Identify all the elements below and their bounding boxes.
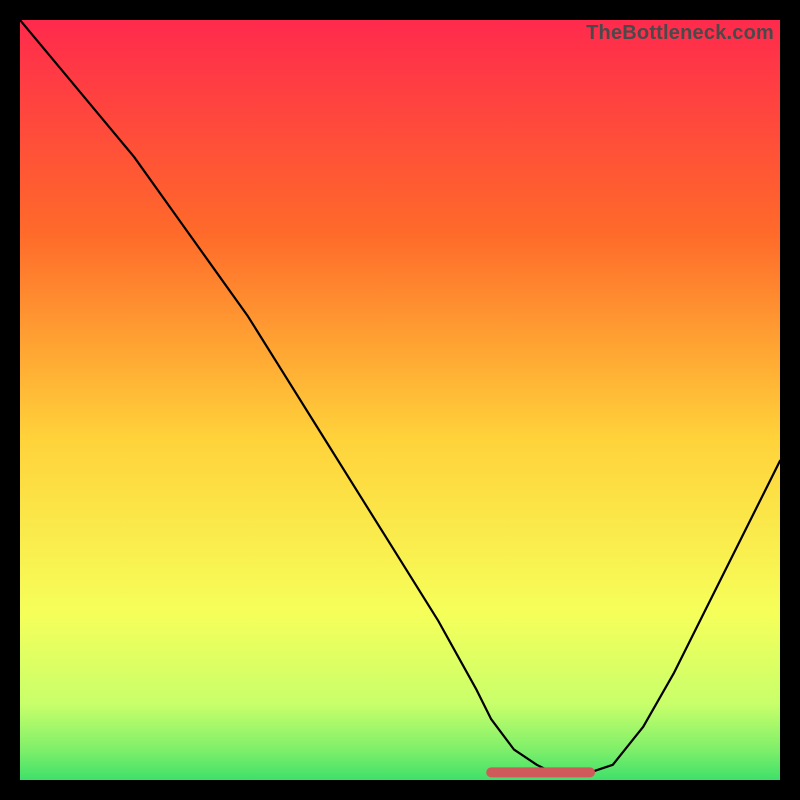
bottleneck-chart	[20, 20, 780, 780]
watermark-text: TheBottleneck.com	[586, 22, 774, 45]
chart-frame: TheBottleneck.com	[20, 20, 780, 780]
gradient-background	[20, 20, 780, 780]
